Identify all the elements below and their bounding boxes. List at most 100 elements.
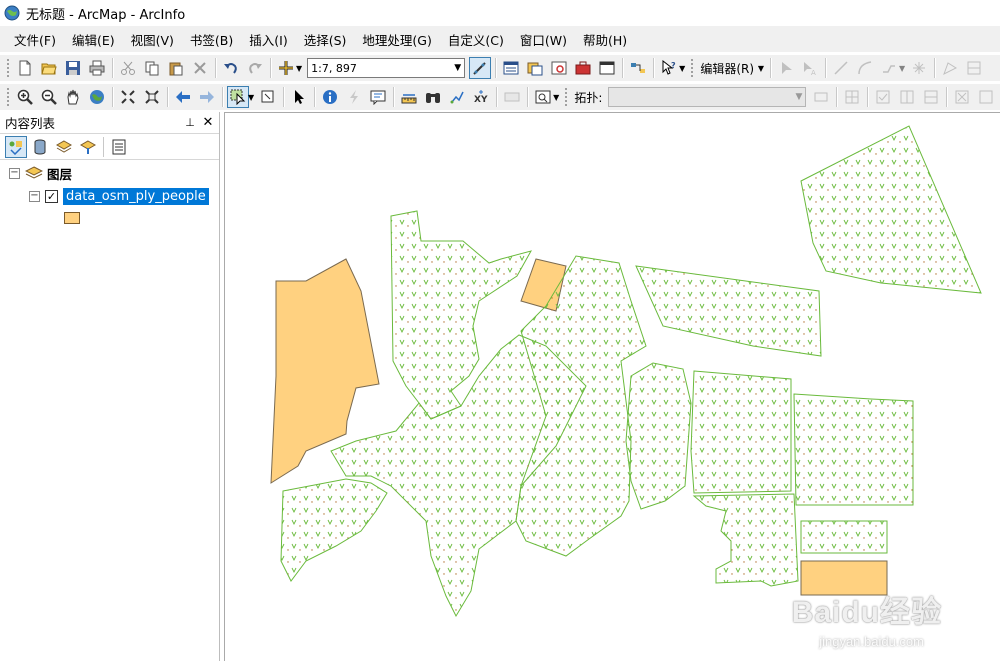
arctoolbox-button[interactable] bbox=[572, 57, 594, 79]
redo-button[interactable] bbox=[244, 57, 266, 79]
map-scale-combobox[interactable]: 1:7, 897 ▼ bbox=[307, 58, 466, 78]
point-button[interactable] bbox=[908, 57, 930, 79]
close-icon[interactable]: ✕ bbox=[201, 115, 215, 130]
whats-this-button[interactable]: ? bbox=[658, 57, 680, 79]
menu-windows[interactable]: 窗口(W) bbox=[512, 27, 575, 52]
layer-name[interactable]: data_osm_ply_people bbox=[63, 187, 209, 205]
topology-shared-edges-button[interactable] bbox=[896, 86, 918, 108]
trace-button[interactable] bbox=[878, 57, 900, 79]
clear-selection-button[interactable] bbox=[257, 86, 279, 108]
delete-button[interactable] bbox=[189, 57, 211, 79]
menu-edit[interactable]: 编辑(E) bbox=[64, 27, 123, 52]
straight-segment-button[interactable] bbox=[830, 57, 852, 79]
time-slider-button[interactable] bbox=[501, 86, 523, 108]
chevron-down-icon[interactable]: ▼ bbox=[553, 93, 559, 102]
reshape-feature-button[interactable] bbox=[963, 57, 985, 79]
list-by-drawing-order-button[interactable] bbox=[5, 135, 27, 158]
pin-icon[interactable]: ⊥ bbox=[183, 116, 197, 129]
save-button[interactable] bbox=[62, 57, 84, 79]
map-topology-button[interactable] bbox=[841, 86, 863, 108]
html-popup-button[interactable] bbox=[367, 86, 389, 108]
map-polygon[interactable] bbox=[690, 370, 792, 494]
chevron-down-icon[interactable]: ▼ bbox=[296, 64, 302, 73]
layers-root-row[interactable]: − 图层 bbox=[9, 163, 72, 183]
map-polygon[interactable] bbox=[635, 265, 822, 357]
toolbar-grip[interactable] bbox=[564, 87, 569, 107]
python-window-button[interactable] bbox=[596, 57, 618, 79]
open-button[interactable] bbox=[38, 57, 60, 79]
map-polygon[interactable] bbox=[280, 478, 388, 582]
collapse-icon[interactable]: − bbox=[9, 167, 20, 179]
select-features-button[interactable] bbox=[227, 86, 249, 108]
topology-combobox[interactable]: ▼ bbox=[608, 87, 807, 107]
paste-button[interactable] bbox=[165, 57, 187, 79]
measure-button[interactable] bbox=[398, 86, 420, 108]
zoom-out-button[interactable] bbox=[38, 86, 60, 108]
topology-errors-button[interactable] bbox=[951, 86, 973, 108]
identify-button[interactable] bbox=[319, 86, 341, 108]
layer-row[interactable]: − ✓ data_osm_ply_people bbox=[29, 186, 209, 206]
collapse-icon[interactable]: − bbox=[29, 190, 40, 202]
menu-customize[interactable]: 自定义(C) bbox=[440, 27, 512, 52]
topology-edit-button[interactable] bbox=[810, 86, 832, 108]
menu-help[interactable]: 帮助(H) bbox=[575, 27, 635, 52]
topology-validate-button[interactable] bbox=[872, 86, 894, 108]
search-window-button[interactable] bbox=[548, 57, 570, 79]
map-polygon[interactable] bbox=[625, 362, 692, 510]
layer-visibility-checkbox[interactable]: ✓ bbox=[45, 189, 58, 203]
cut-button[interactable] bbox=[117, 57, 139, 79]
map-canvas[interactable] bbox=[225, 113, 1000, 661]
map-polygon[interactable] bbox=[692, 493, 799, 587]
edit-vertices-button[interactable] bbox=[939, 57, 961, 79]
fixed-zoom-out-button[interactable] bbox=[141, 86, 163, 108]
add-data-button[interactable] bbox=[275, 57, 297, 79]
zoom-in-button[interactable] bbox=[14, 86, 36, 108]
layer-symbol-row[interactable] bbox=[64, 208, 80, 228]
map-polygon[interactable] bbox=[793, 393, 914, 506]
hyperlink-button[interactable] bbox=[343, 86, 365, 108]
editor-toolbar-button[interactable] bbox=[469, 57, 492, 79]
topology-merge-button[interactable] bbox=[920, 86, 942, 108]
go-forward-button[interactable] bbox=[196, 86, 218, 108]
list-by-source-button[interactable] bbox=[29, 136, 51, 158]
print-button[interactable] bbox=[86, 57, 108, 79]
chevron-down-icon[interactable]: ▼ bbox=[454, 63, 461, 73]
menu-selection[interactable]: 选择(S) bbox=[296, 27, 355, 52]
map-display[interactable]: Baidu经验 jingyan.baidu.com bbox=[224, 112, 1000, 661]
chevron-down-icon[interactable]: ▼ bbox=[679, 64, 685, 73]
editor-menu-button[interactable]: 编辑器(R) ▼ bbox=[697, 60, 767, 77]
edit-tool-button[interactable] bbox=[775, 57, 797, 79]
go-back-button[interactable] bbox=[172, 86, 194, 108]
go-to-xy-button[interactable]: XY bbox=[470, 86, 492, 108]
topology-inspector-button[interactable] bbox=[975, 86, 997, 108]
undo-button[interactable] bbox=[220, 57, 242, 79]
chevron-down-icon[interactable]: ▼ bbox=[248, 93, 254, 102]
layer-symbol-swatch[interactable] bbox=[64, 212, 80, 224]
menu-insert[interactable]: 插入(I) bbox=[241, 27, 295, 52]
toolbar-grip[interactable] bbox=[6, 87, 10, 107]
chevron-down-icon[interactable]: ▼ bbox=[899, 64, 905, 73]
list-by-selection-button[interactable] bbox=[77, 136, 99, 158]
find-button[interactable] bbox=[422, 86, 444, 108]
catalog-window-button[interactable] bbox=[524, 57, 546, 79]
model-builder-button[interactable] bbox=[627, 57, 649, 79]
menu-view[interactable]: 视图(V) bbox=[123, 27, 182, 52]
select-elements-button[interactable] bbox=[288, 86, 310, 108]
menu-file[interactable]: 文件(F) bbox=[6, 27, 64, 52]
menu-geoprocessing[interactable]: 地理处理(G) bbox=[354, 27, 439, 52]
pan-button[interactable] bbox=[62, 86, 84, 108]
menu-bookmarks[interactable]: 书签(B) bbox=[182, 27, 241, 52]
end-point-arc-button[interactable] bbox=[854, 57, 876, 79]
toolbar-grip[interactable] bbox=[690, 58, 695, 78]
full-extent-button[interactable] bbox=[86, 86, 108, 108]
find-route-button[interactable] bbox=[446, 86, 468, 108]
create-viewer-window-button[interactable] bbox=[532, 86, 554, 108]
copy-button[interactable] bbox=[141, 57, 163, 79]
new-document-button[interactable] bbox=[14, 57, 36, 79]
edit-annotation-button[interactable]: A bbox=[799, 57, 821, 79]
map-polygon[interactable] bbox=[800, 125, 982, 294]
fixed-zoom-in-button[interactable] bbox=[117, 86, 139, 108]
toc-options-button[interactable] bbox=[108, 136, 130, 158]
toolbar-grip[interactable] bbox=[6, 58, 10, 78]
toc-window-button[interactable] bbox=[500, 57, 522, 79]
